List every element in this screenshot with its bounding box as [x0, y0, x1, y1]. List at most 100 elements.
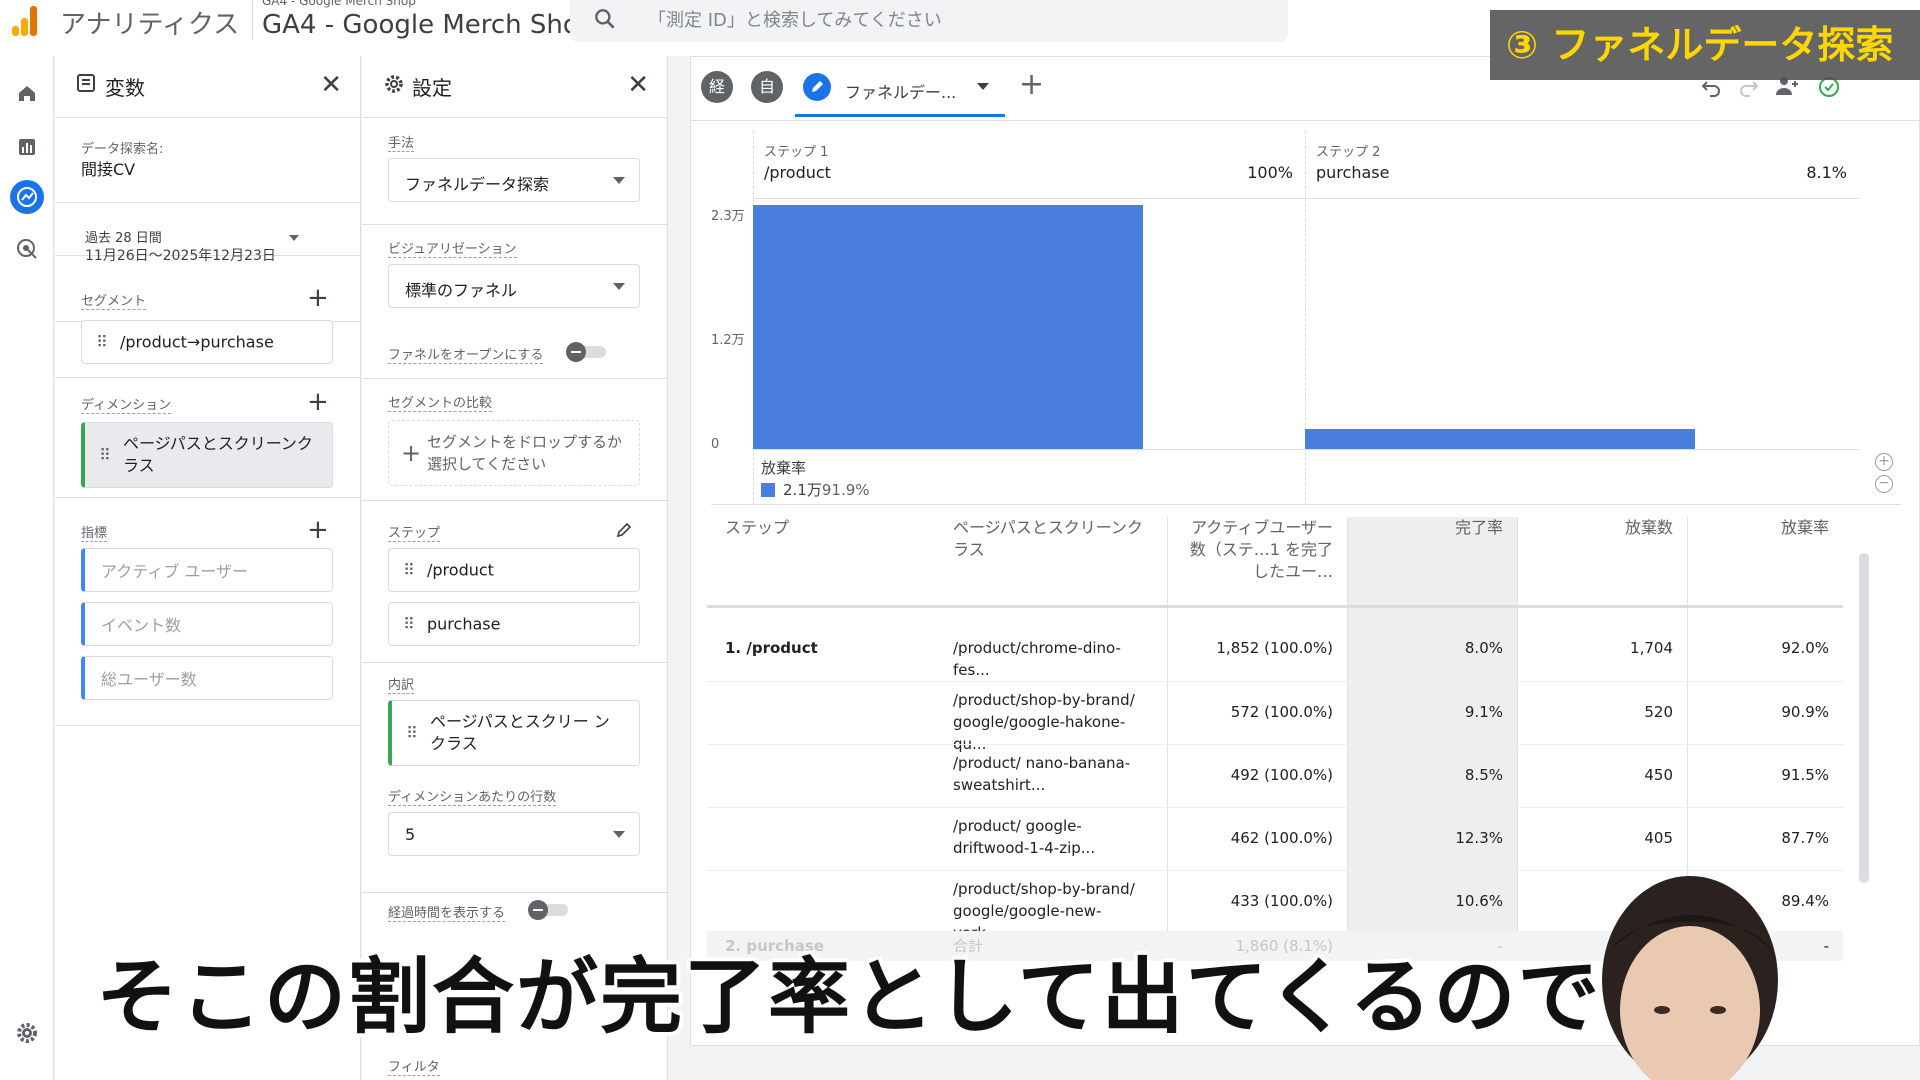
property-selector[interactable]: GA4 - Google Merch Shop GA4 - Google Mer…: [262, 0, 595, 40]
divider: [362, 500, 667, 501]
breakdown-chip[interactable]: ⠿ ページパスとスクリー ン クラス: [388, 700, 640, 766]
page-path-cell: /product/ google-driftwood-1-4-zip...: [953, 817, 1096, 857]
step-cell: 1. /product: [725, 639, 818, 657]
settings-gear-icon[interactable]: [10, 1016, 44, 1050]
explore-icon[interactable]: [10, 180, 44, 214]
table-row[interactable]: /product/shop-by-brand/ google/google-ha…: [707, 681, 1843, 753]
y-tick-label: 1.2万: [711, 333, 745, 348]
step-2-name: purchase: [1316, 163, 1390, 182]
settings-title: 設定: [412, 76, 452, 100]
add-tab-button[interactable]: +: [1019, 67, 1044, 102]
column-header-step[interactable]: ステップ: [725, 517, 789, 539]
divider: [362, 224, 667, 225]
filter-label: フィルタ: [388, 1056, 440, 1076]
open-funnel-toggle[interactable]: [566, 342, 606, 362]
segment-chip[interactable]: ⠿ /product→purchase: [81, 320, 333, 364]
step-name: /product: [427, 560, 494, 580]
funnel-bar-step-2[interactable]: [1305, 429, 1695, 449]
analytics-logo-icon[interactable]: [8, 4, 42, 38]
funnel-bar-step-1[interactable]: [753, 205, 1143, 449]
column-header-abandon-rate[interactable]: 放棄率: [1707, 517, 1829, 539]
active-users-cell: 433 (100.0%): [1230, 892, 1333, 910]
abandons-cell: 520: [1644, 703, 1673, 721]
metric-chip[interactable]: イベント数: [81, 602, 333, 646]
drag-handle-icon[interactable]: ⠿: [96, 333, 108, 352]
zoom-in-icon[interactable]: +: [1875, 453, 1893, 471]
account-name: GA4 - Google Merch Shop: [262, 0, 416, 8]
segment-name: /product→purchase: [120, 332, 274, 352]
metric-chip[interactable]: 総ユーザー数: [81, 656, 333, 700]
edit-pencil-icon[interactable]: [614, 520, 634, 540]
rows-per-dimension-select[interactable]: 5: [388, 812, 640, 856]
tab-label: ファネルデー...: [845, 83, 957, 102]
breakdown-name: ページパスとスクリー ン クラス: [430, 712, 610, 753]
advertising-icon[interactable]: [10, 232, 44, 266]
metric-name: アクティブ ユーザー: [101, 562, 249, 581]
technique-select[interactable]: ファネルデータ探索: [388, 158, 640, 202]
completion-rate-cell: 8.5%: [1464, 766, 1503, 784]
add-segment-button[interactable]: +: [307, 285, 329, 311]
table-scrollbar[interactable]: [1859, 553, 1869, 883]
show-elapsed-time-toggle[interactable]: [528, 900, 568, 920]
table-row[interactable]: 1. /product /product/chrome-dino-fes... …: [707, 617, 1843, 681]
search-placeholder: 「測定 ID」と検索してみてください: [648, 10, 942, 31]
divider: [362, 662, 667, 663]
metrics-section: 指標 + アクティブ ユーザー イベント数 総ユーザー数: [55, 516, 360, 726]
close-variables-button[interactable]: ✕: [320, 70, 342, 100]
step-chip[interactable]: ⠿ /product: [388, 548, 640, 592]
step-chip[interactable]: ⠿ purchase: [388, 602, 640, 646]
dropdown-arrow-icon: [613, 831, 625, 838]
tab-free-form[interactable]: 自: [751, 71, 783, 103]
chevron-down-icon[interactable]: [289, 235, 299, 241]
metric-name: 総ユーザー数: [101, 670, 197, 689]
visualization-select[interactable]: 標準のファネル: [388, 264, 640, 308]
active-users-cell: 492 (100.0%): [1230, 766, 1333, 784]
rows-per-dimension-label: ディメンションあたりの行数: [388, 786, 557, 806]
active-users-cell: 1,852 (100.0%): [1216, 639, 1333, 657]
add-dimension-button[interactable]: +: [307, 389, 329, 415]
column-header-active-users[interactable]: アクティブユーザー数（ステ…1 を完了したユー…: [1187, 517, 1333, 583]
abandons-cell: 450: [1644, 766, 1673, 784]
metric-chip[interactable]: アクティブ ユーザー: [81, 548, 333, 592]
abandon-count: 2.1万: [783, 481, 822, 499]
property-name: GA4 - Google Merch Shop: [262, 10, 596, 40]
column-header-completion-rate[interactable]: 完了率: [1367, 517, 1503, 539]
variables-icon: [77, 74, 95, 92]
zoom-out-icon[interactable]: −: [1875, 475, 1893, 493]
drag-handle-icon[interactable]: ⠿: [403, 561, 415, 580]
column-header-abandons[interactable]: 放棄数: [1537, 517, 1673, 539]
date-range: 11月26日〜2025年12月23日: [85, 248, 276, 264]
column-header-page-path[interactable]: ページパスとスクリーンクラス: [953, 517, 1143, 561]
variables-header: 変数 ✕: [55, 56, 360, 118]
home-icon[interactable]: [10, 76, 44, 110]
step-1-header: ステップ 1 /product 100%: [753, 131, 1305, 199]
page-path-cell: /product/ nano-banana-sweatshirt...: [953, 754, 1131, 794]
technique-label: 手法: [388, 132, 415, 152]
segments-section: セグメント + ⠿ /product→purchase: [55, 278, 360, 378]
segment-drop-zone[interactable]: + セグメントをドロップするか選択してください: [388, 420, 640, 486]
divider: [252, 0, 253, 40]
y-tick-label: 0: [711, 437, 720, 452]
search-bar[interactable]: 「測定 ID」と検索してみてください: [570, 0, 1288, 42]
tab-menu-chevron-icon[interactable]: [977, 83, 989, 90]
tab-funnel-active[interactable]: ファネルデー...: [795, 61, 1005, 117]
drag-handle-icon[interactable]: ⠿: [99, 446, 111, 465]
left-nav-rail: [0, 56, 54, 1080]
close-settings-button[interactable]: ✕: [627, 70, 649, 100]
variables-title: 変数: [105, 76, 145, 100]
table-row[interactable]: /product/ nano-banana-sweatshirt... 492 …: [707, 744, 1843, 808]
add-metric-button[interactable]: +: [307, 517, 329, 543]
drag-handle-icon[interactable]: ⠿: [403, 615, 415, 634]
funnel-chart: ステップ 1 /product 100% ステップ 2 purchase 8.1…: [711, 131, 1901, 505]
drag-handle-icon[interactable]: ⠿: [406, 724, 418, 743]
step-1-name: /product: [764, 163, 831, 182]
abandons-cell: 405: [1644, 829, 1673, 847]
divider: [362, 892, 667, 893]
tab-path-exploration[interactable]: 経: [701, 71, 733, 103]
dimension-chip[interactable]: ⠿ ページパスとスクリーンクラス: [81, 422, 333, 488]
segment-compare-label: セグメントの比較: [388, 392, 493, 412]
reports-icon[interactable]: [10, 130, 44, 164]
abandon-rate-value: 2.1万91.9%: [761, 479, 870, 500]
segment-drop-text: セグメントをドロップするか選択してください: [427, 433, 623, 473]
exploration-name[interactable]: 間接CV: [81, 156, 135, 180]
